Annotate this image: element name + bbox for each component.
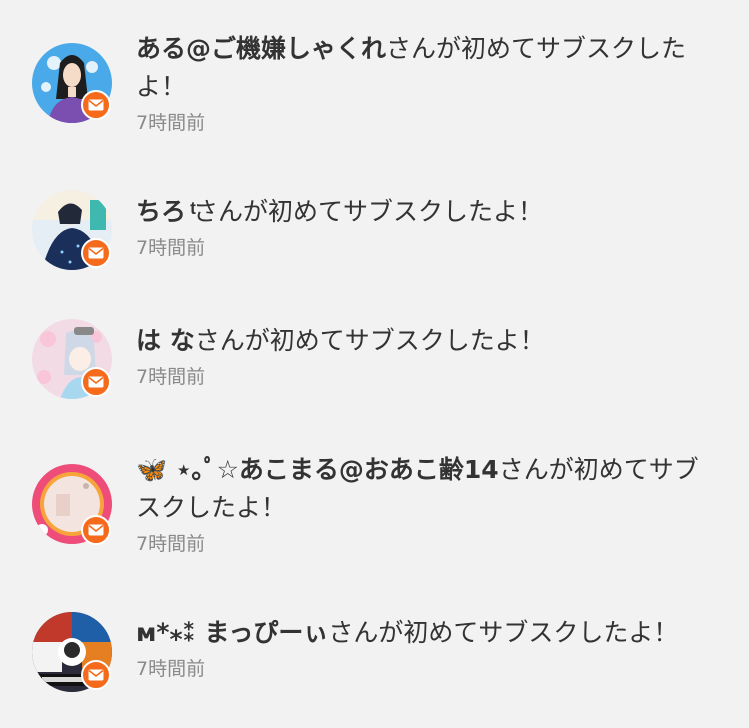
notification-message: ある@ご機嫌しゃくれさんが初めてサブスクしたよ！: [136, 30, 719, 106]
subscriber-name: ちろ ͭ: [136, 197, 193, 226]
timestamp: 7時間前: [136, 658, 206, 680]
subscriber-name: ᴍ*⁎⁑ まっぴーぃ: [136, 618, 329, 647]
timestamp: 7時間前: [136, 237, 206, 259]
mail-badge: [81, 90, 111, 120]
timestamp: 7時間前: [136, 112, 206, 134]
message-text: さんが初めてサブスクしたよ！: [328, 618, 679, 647]
subscriber-name: ある@ご機嫌しゃくれ: [136, 34, 387, 63]
mail-icon: [88, 669, 104, 681]
mail-badge: [81, 515, 111, 545]
message-text: さんが初めてサブスクしたよ！: [192, 197, 543, 226]
timestamp: 7時間前: [136, 533, 206, 555]
mail-badge: [81, 238, 111, 268]
notification-message: は なさんが初めてサブスクしたよ！: [136, 322, 719, 360]
mail-icon: [88, 99, 104, 111]
timestamp: 7時間前: [136, 366, 206, 388]
mail-badge: [81, 367, 111, 397]
notification-message: ᴍ*⁎⁑ まっぴーぃさんが初めてサブスクしたよ！: [136, 614, 719, 652]
mail-icon: [88, 247, 104, 259]
notification-message: ちろ ͭさんが初めてサブスクしたよ！: [136, 193, 719, 231]
mail-badge: [81, 660, 111, 690]
subscriber-name: 🦋 ⋆｡ﾟ☆あこまる@おあこ齢14: [136, 455, 499, 484]
mail-icon: [88, 376, 104, 388]
notification-message: 🦋 ⋆｡ﾟ☆あこまる@おあこ齢14さんが初めてサブスクしたよ！: [136, 451, 719, 527]
notification-list: ある@ご機嫌しゃくれさんが初めてサブスクしたよ！ 7時間前 ちろ ͭさんが初めて…: [0, 0, 749, 728]
mail-icon: [88, 524, 104, 536]
subscriber-name: は な: [136, 326, 195, 355]
message-text: さんが初めてサブスクしたよ！: [194, 326, 545, 355]
